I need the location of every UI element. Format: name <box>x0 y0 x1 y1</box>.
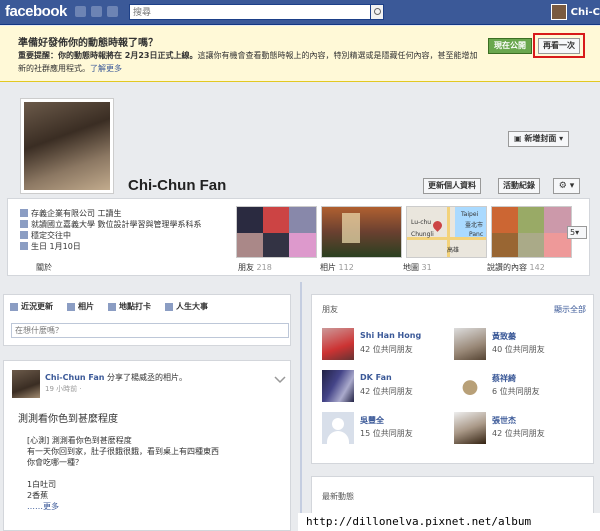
add-cover-button[interactable]: ▣ 新增封面 ▾ <box>508 131 570 147</box>
notifications-icon[interactable] <box>107 6 118 17</box>
friends-box: 朋友 顯示全部 Shi Han Hong 42 位共同朋友 黃致蓁 40 位共同朋友… <box>311 294 594 464</box>
update-info-button[interactable]: 更新個人資料 <box>423 178 481 194</box>
work-icon <box>20 209 28 217</box>
friend-item[interactable]: 吳豐全 15 位共同朋友 <box>322 412 452 444</box>
default-avatar-icon <box>322 412 354 444</box>
post-timestamp[interactable]: 19 小時前 · <box>45 384 82 394</box>
messages-icon[interactable] <box>91 6 102 17</box>
friends-tile-label[interactable]: 朋友 218 <box>238 262 272 273</box>
avatar <box>454 370 486 402</box>
banner-bold-text: 重要提醒：你的動態時報將在 2月23日正式上線。 <box>18 51 198 60</box>
post-body: [心測] 測測看你色到甚麼程度 有一天你回到家，肚子很餓很餓，看到桌上有四種東西… <box>27 435 277 512</box>
learn-more-link[interactable]: 了解更多 <box>90 64 122 73</box>
photos-tile-label[interactable]: 相片 112 <box>320 262 354 273</box>
avatar <box>322 370 354 402</box>
likes-tile[interactable] <box>491 206 572 258</box>
see-all-link[interactable]: 顯示全部 <box>554 304 586 315</box>
search-input[interactable] <box>129 4 371 20</box>
see-more-link[interactable]: ……更多 <box>27 501 277 512</box>
about-list: 存義企業有限公司 工讀生 就讀國立嘉義大學 數位設計學習與管理學系科系 穩定交往… <box>20 208 220 252</box>
avatar <box>454 412 486 444</box>
banner-title: 準備好發佈你的動態時報了嗎？ <box>18 38 158 49</box>
post-options-icon[interactable] <box>273 372 287 386</box>
photo-icon <box>67 302 75 311</box>
about-link[interactable]: 關於 <box>36 262 52 273</box>
profile-tiles: Lu-chu Taipei 臺北市 Chungli Panc 高雄 <box>236 206 572 258</box>
gear-icon[interactable]: ⚙ ▾ <box>553 178 580 194</box>
map-tile[interactable]: Lu-chu Taipei 臺北市 Chungli Panc 高雄 <box>406 206 487 258</box>
friends-title: 朋友 <box>322 305 338 314</box>
map-tile-label[interactable]: 地圖 31 <box>403 262 432 273</box>
tab-life-event[interactable]: 人生大事 <box>165 301 208 312</box>
recent-activity-title: 最新動態 <box>322 492 354 501</box>
profile-name[interactable]: Chi-Chun Fan <box>128 177 226 194</box>
map-pin-icon <box>431 219 444 232</box>
post-caption: 測測看你色到甚麼程度 <box>18 414 118 425</box>
status-composer: 近況更新 相片 地點打卡 人生大事 在想什麼嗎？ <box>3 294 291 346</box>
avatar[interactable] <box>12 370 40 398</box>
tab-check-in[interactable]: 地點打卡 <box>108 301 151 312</box>
publish-now-button[interactable]: 現在公開 <box>488 38 532 54</box>
about-relationship: 穩定交往中 <box>20 230 220 241</box>
location-pin-icon <box>108 302 116 311</box>
user-profile-link[interactable]: Chi-C <box>550 4 600 20</box>
friend-item[interactable]: 張世杰 42 位共同朋友 <box>454 412 584 444</box>
top-navigation-bar: facebook Chi-C <box>0 0 600 25</box>
watermark-url: http://dillonelva.pixnet.net/album <box>298 513 600 531</box>
timeline-post: Chi-Chun Fan 分享了楊威丞的相片。 19 小時前 · 測測看你色到甚… <box>3 360 291 531</box>
about-birthday: 生日 1月10日 <box>20 241 220 252</box>
avatar <box>550 4 567 20</box>
post-action: 分享了楊威丞的相片。 <box>104 373 188 382</box>
birthday-icon <box>20 242 28 250</box>
friend-item[interactable]: 黃致蓁 40 位共同朋友 <box>454 328 584 360</box>
photos-tile[interactable] <box>321 206 402 258</box>
status-input[interactable]: 在想什麼嗎？ <box>11 323 289 338</box>
view-again-button[interactable]: 再看一次 <box>538 38 580 54</box>
user-name: Chi-C <box>570 6 600 18</box>
camera-icon: ▣ <box>514 134 525 143</box>
about-work: 存義企業有限公司 工讀生 <box>20 208 220 219</box>
more-tiles-dropdown[interactable]: 5▾ <box>567 226 587 239</box>
post-author[interactable]: Chi-Chun Fan <box>45 373 104 382</box>
friend-requests-icon[interactable] <box>75 6 86 17</box>
notification-jewels <box>75 6 118 17</box>
banner-text: 重要提醒：你的動態時報將在 2月23日正式上線。這讓你有機會查看動態時報上的內容… <box>18 49 478 75</box>
friends-tile[interactable] <box>236 206 317 258</box>
heart-icon <box>20 231 28 239</box>
facebook-logo[interactable]: facebook <box>5 3 67 20</box>
avatar <box>322 328 354 360</box>
add-cover-label: 新增封面 <box>524 134 557 143</box>
post-header: Chi-Chun Fan 分享了楊威丞的相片。 <box>45 372 187 383</box>
book-icon <box>165 302 173 311</box>
avatar <box>454 328 486 360</box>
education-icon <box>20 220 28 228</box>
timeline-spine <box>296 282 306 531</box>
highlight-box: 再看一次 <box>533 33 585 58</box>
tab-status-update[interactable]: 近況更新 <box>10 301 53 312</box>
tab-photo[interactable]: 相片 <box>67 301 94 312</box>
about-education: 就讀國立嘉義大學 數位設計學習與管理學系科系 <box>20 219 220 230</box>
profile-picture[interactable] <box>20 98 114 194</box>
friend-item[interactable]: DK Fan 42 位共同朋友 <box>322 370 452 402</box>
likes-tile-label[interactable]: 說讚的內容 142 <box>487 262 545 273</box>
activity-log-button[interactable]: 活動紀錄 <box>498 178 540 194</box>
friend-item[interactable]: Shi Han Hong 42 位共同朋友 <box>322 328 452 360</box>
timeline-banner: 準備好發佈你的動態時報了嗎？ 重要提醒：你的動態時報將在 2月23日正式上線。這… <box>0 26 600 82</box>
search-icon[interactable] <box>370 4 384 20</box>
pencil-icon <box>10 302 18 311</box>
composer-tabs: 近況更新 相片 地點打卡 人生大事 <box>4 295 290 312</box>
friend-item[interactable]: 蔡祥綺 6 位共同朋友 <box>454 370 584 402</box>
